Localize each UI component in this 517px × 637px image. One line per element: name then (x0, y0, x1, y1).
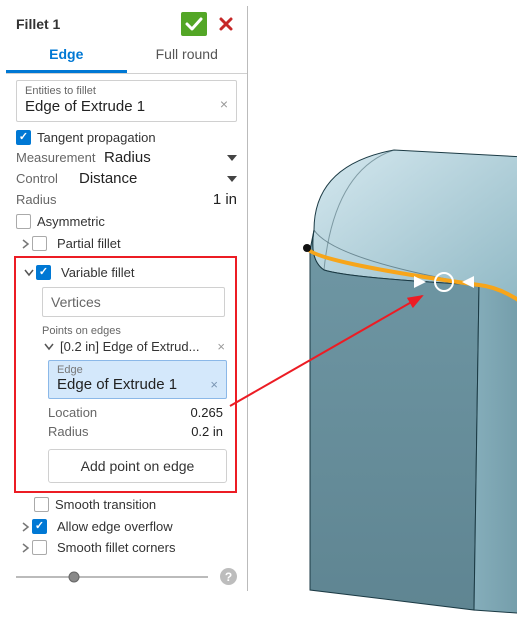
variable-fillet-checkbox[interactable] (36, 265, 51, 280)
tangent-propagation-label: Tangent propagation (37, 130, 156, 145)
dropdown-caret-icon (227, 176, 237, 182)
model-viewport[interactable] (254, 70, 512, 610)
model-svg (254, 70, 517, 630)
measurement-value: Radius (104, 149, 151, 166)
opacity-slider[interactable] (16, 576, 208, 578)
point-item-remove-icon[interactable]: × (217, 339, 229, 354)
smooth-fillet-corners-label: Smooth fillet corners (57, 540, 176, 555)
point-radius-label: Radius (48, 424, 88, 439)
point-radius-value: 0.2 in (191, 424, 227, 439)
point-edge-field[interactable]: Edge Edge of Extrude 1 × (48, 360, 227, 399)
chevron-right-icon (18, 239, 32, 249)
location-row[interactable]: Location 0.265 (48, 405, 227, 420)
location-label: Location (48, 405, 97, 420)
tab-bar: Edge Full round (6, 40, 247, 74)
partial-fillet-row[interactable]: Partial fillet (16, 233, 237, 254)
point-radius-row[interactable]: Radius 0.2 in (48, 424, 227, 439)
asymmetric-row[interactable]: Asymmetric (16, 214, 237, 229)
point-item-row[interactable]: [0.2 in] Edge of Extrud... × (22, 337, 229, 356)
dropdown-caret-icon (227, 155, 237, 161)
partial-fillet-checkbox[interactable] (32, 236, 47, 251)
point-item-summary: [0.2 in] Edge of Extrud... (60, 339, 199, 354)
entities-clear-icon[interactable]: × (220, 96, 228, 112)
entities-label: Entities to fillet (25, 85, 230, 97)
entities-value: Edge of Extrude 1 (25, 98, 230, 115)
chevron-right-icon (18, 522, 32, 532)
allow-edge-overflow-checkbox[interactable] (32, 519, 47, 534)
slider-thumb[interactable] (68, 571, 79, 582)
add-point-on-edge-button[interactable]: Add point on edge (48, 449, 227, 483)
smooth-transition-checkbox[interactable] (34, 497, 49, 512)
allow-edge-overflow-row[interactable]: Allow edge overflow (16, 516, 237, 537)
point-edge-label: Edge (57, 364, 220, 376)
accept-button[interactable] (181, 12, 207, 36)
panel-titlebar: Fillet 1 (6, 6, 247, 38)
smooth-fillet-corners-checkbox[interactable] (32, 540, 47, 555)
tangent-propagation-row[interactable]: Tangent propagation (16, 130, 237, 145)
smooth-transition-label: Smooth transition (55, 497, 156, 512)
partial-fillet-label: Partial fillet (57, 236, 121, 251)
tangent-propagation-checkbox[interactable] (16, 130, 31, 145)
vertices-field[interactable]: Vertices (42, 287, 225, 317)
variable-fillet-row[interactable]: Variable fillet (22, 262, 229, 283)
entities-to-fillet-field[interactable]: Entities to fillet Edge of Extrude 1 × (16, 80, 237, 122)
fillet-panel: Fillet 1 Edge Full round Entities to fil… (6, 6, 248, 591)
asymmetric-label: Asymmetric (37, 214, 105, 229)
help-icon[interactable]: ? (220, 568, 237, 585)
tab-full-round[interactable]: Full round (127, 40, 248, 73)
point-edge-value: Edge of Extrude 1 (57, 376, 220, 393)
point-edge-clear-icon[interactable]: × (210, 377, 218, 392)
variable-fillet-label: Variable fillet (61, 265, 134, 280)
chevron-down-icon (42, 342, 56, 351)
measurement-row[interactable]: Measurement Radius (16, 149, 237, 166)
points-on-edges-label: Points on edges (42, 325, 229, 337)
panel-footer: ? (6, 562, 247, 591)
measurement-label: Measurement (16, 150, 96, 165)
control-label: Control (16, 171, 71, 186)
smooth-fillet-corners-row[interactable]: Smooth fillet corners (16, 537, 237, 558)
tab-edge[interactable]: Edge (6, 40, 127, 73)
control-value: Distance (79, 170, 137, 187)
panel-title: Fillet 1 (16, 16, 60, 32)
radius-value: 1 in (213, 191, 237, 208)
chevron-down-icon (22, 268, 36, 277)
variable-fillet-section: Variable fillet Vertices Points on edges… (14, 256, 237, 493)
smooth-transition-row[interactable]: Smooth transition (16, 497, 237, 512)
radius-label: Radius (16, 192, 96, 207)
asymmetric-checkbox[interactable] (16, 214, 31, 229)
control-row[interactable]: Control Distance (16, 170, 237, 187)
location-value: 0.265 (190, 405, 227, 420)
cancel-button[interactable] (213, 12, 239, 36)
allow-edge-overflow-label: Allow edge overflow (57, 519, 173, 534)
chevron-right-icon (18, 543, 32, 553)
radius-row[interactable]: Radius 1 in (16, 191, 237, 208)
